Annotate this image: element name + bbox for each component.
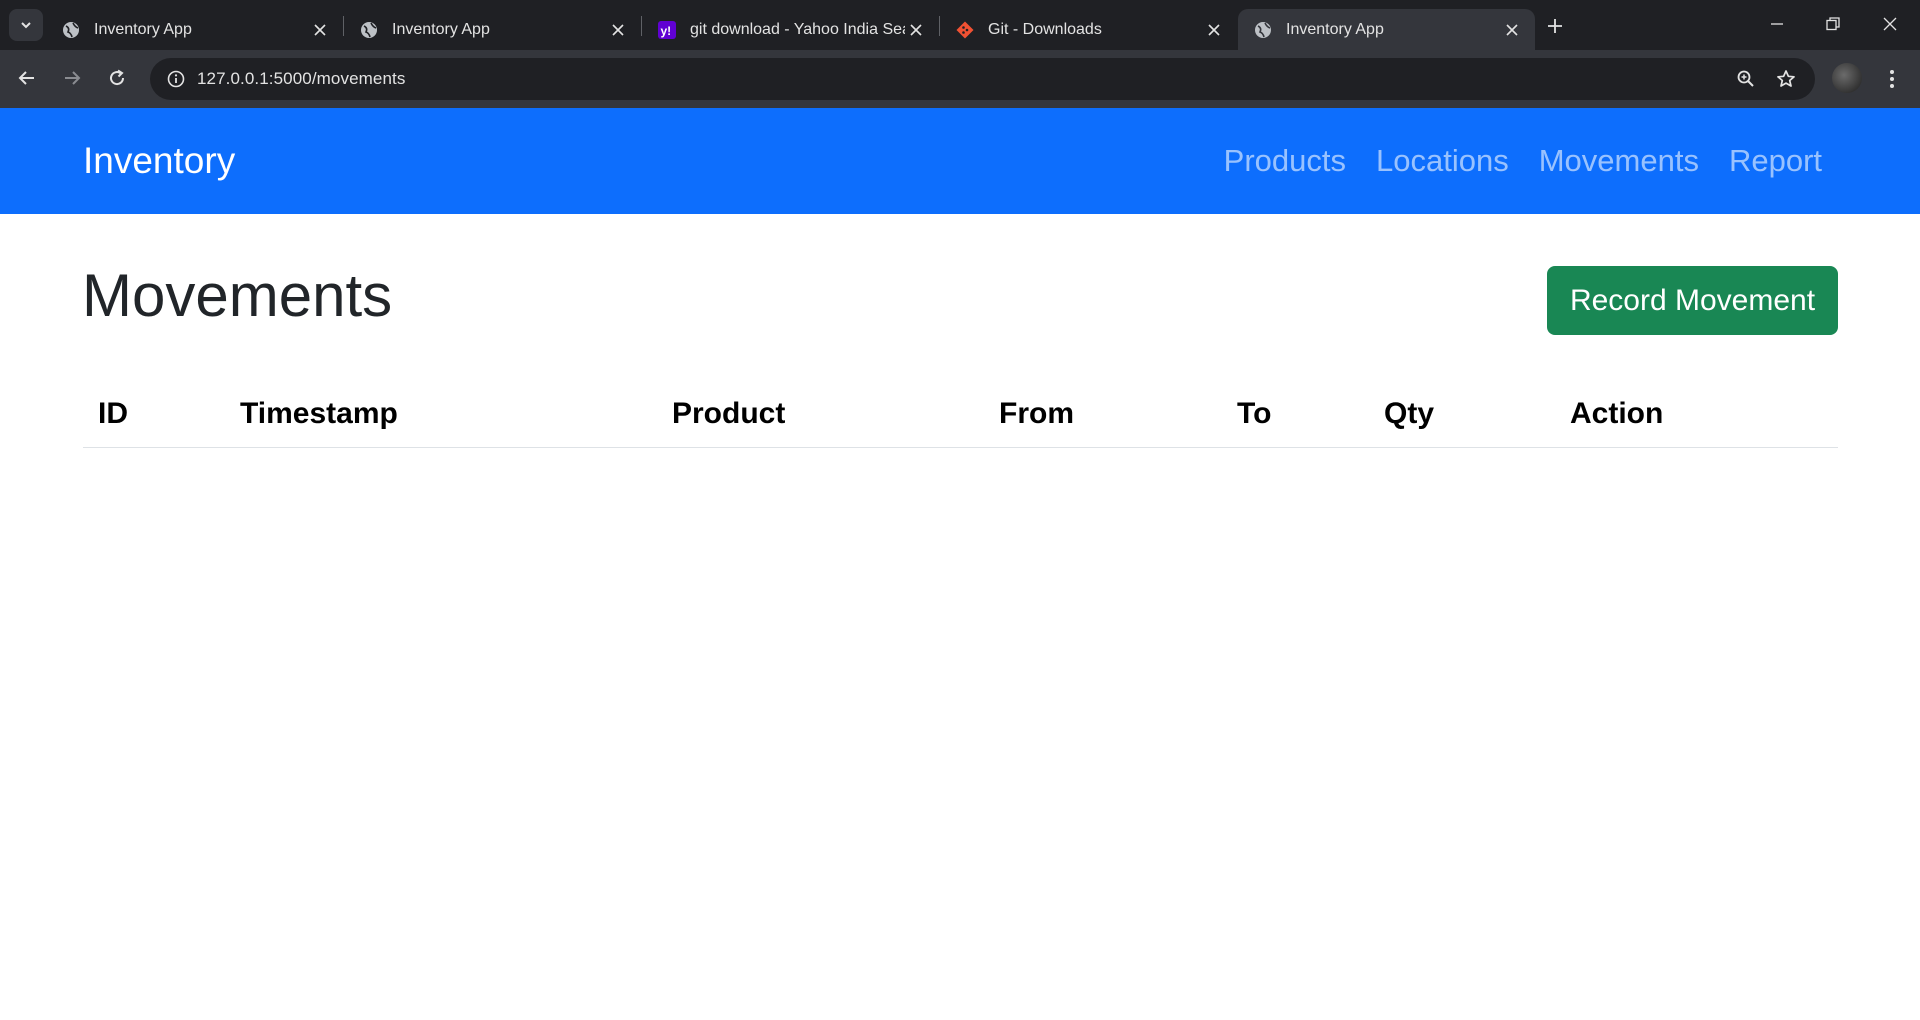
close-icon[interactable] bbox=[309, 19, 331, 41]
tab-title: Inventory App bbox=[392, 20, 490, 38]
nav-link-products[interactable]: Products bbox=[1224, 143, 1346, 179]
new-tab-button[interactable] bbox=[1541, 12, 1569, 40]
movements-table: ID Timestamp Product From To Qty Action bbox=[83, 380, 1838, 448]
column-header-from: From bbox=[984, 380, 1222, 448]
info-icon[interactable] bbox=[160, 63, 192, 95]
arrow-left-icon bbox=[18, 71, 34, 85]
column-header-timestamp: Timestamp bbox=[225, 380, 657, 448]
column-header-action: Action bbox=[1555, 380, 1838, 448]
minimize-icon bbox=[1771, 23, 1783, 25]
tab-title: Inventory App bbox=[94, 20, 192, 38]
nav-link-locations[interactable]: Locations bbox=[1376, 143, 1509, 179]
browser-tab[interactable]: Inventory App bbox=[46, 9, 343, 50]
table-header-row: ID Timestamp Product From To Qty Action bbox=[83, 380, 1838, 448]
zoom-icon[interactable] bbox=[1730, 63, 1762, 95]
tab-title: Inventory App bbox=[1286, 20, 1384, 38]
column-header-qty: Qty bbox=[1369, 380, 1555, 448]
tab-search-button[interactable] bbox=[9, 9, 43, 41]
reload-icon bbox=[110, 69, 125, 86]
browser-tab[interactable]: y! git download - Yahoo India Search bbox=[642, 9, 939, 50]
chevron-down-icon bbox=[21, 22, 31, 29]
plus-icon bbox=[1548, 19, 1562, 33]
column-header-id: ID bbox=[83, 380, 225, 448]
nav-link-movements[interactable]: Movements bbox=[1539, 143, 1699, 179]
browser-tab-active[interactable]: Inventory App bbox=[1238, 9, 1535, 50]
page-title: Movements bbox=[82, 262, 393, 329]
browser-tab[interactable]: Inventory App bbox=[344, 9, 641, 50]
back-button[interactable] bbox=[9, 60, 45, 96]
tab-title: git download - Yahoo India Search bbox=[690, 20, 905, 38]
minimize-button[interactable] bbox=[1757, 7, 1797, 41]
close-icon[interactable] bbox=[1203, 19, 1225, 41]
app-navbar: Inventory Products Locations Movements R… bbox=[0, 108, 1920, 214]
reload-button[interactable] bbox=[99, 60, 135, 96]
close-icon[interactable] bbox=[607, 19, 629, 41]
window-close-button[interactable] bbox=[1870, 7, 1910, 41]
globe-icon bbox=[62, 21, 80, 39]
restore-icon bbox=[1826, 17, 1840, 31]
address-bar[interactable]: 127.0.0.1:5000/movements bbox=[150, 58, 1815, 100]
forward-button[interactable] bbox=[54, 60, 90, 96]
svg-text:y!: y! bbox=[661, 24, 672, 38]
close-icon[interactable] bbox=[1501, 19, 1523, 41]
browser-tab[interactable]: Git - Downloads bbox=[940, 9, 1237, 50]
bookmark-star-icon[interactable] bbox=[1770, 63, 1802, 95]
close-icon bbox=[1883, 17, 1897, 31]
browser-tab-strip: Inventory App Inventory App y! git downl… bbox=[0, 0, 1920, 50]
nav-link-report[interactable]: Report bbox=[1729, 143, 1822, 179]
column-header-to: To bbox=[1222, 380, 1369, 448]
url-text: 127.0.0.1:5000/movements bbox=[197, 69, 406, 88]
yahoo-icon: y! bbox=[658, 20, 676, 39]
column-header-product: Product bbox=[657, 380, 984, 448]
arrow-right-icon bbox=[65, 71, 81, 85]
tab-title: Git - Downloads bbox=[988, 20, 1102, 38]
close-icon[interactable] bbox=[905, 19, 927, 41]
profile-avatar[interactable] bbox=[1832, 63, 1862, 93]
browser-menu-button[interactable] bbox=[1876, 63, 1908, 95]
browser-toolbar: 127.0.0.1:5000/movements bbox=[0, 50, 1920, 108]
nav-links: Products Locations Movements Report bbox=[1194, 108, 1822, 214]
restore-button[interactable] bbox=[1813, 7, 1853, 41]
record-movement-button[interactable]: Record Movement bbox=[1547, 266, 1838, 335]
git-icon bbox=[956, 21, 974, 39]
more-vertical-icon bbox=[1890, 70, 1894, 88]
globe-icon bbox=[1254, 21, 1272, 39]
globe-icon bbox=[360, 21, 378, 39]
brand-link[interactable]: Inventory bbox=[83, 108, 235, 214]
